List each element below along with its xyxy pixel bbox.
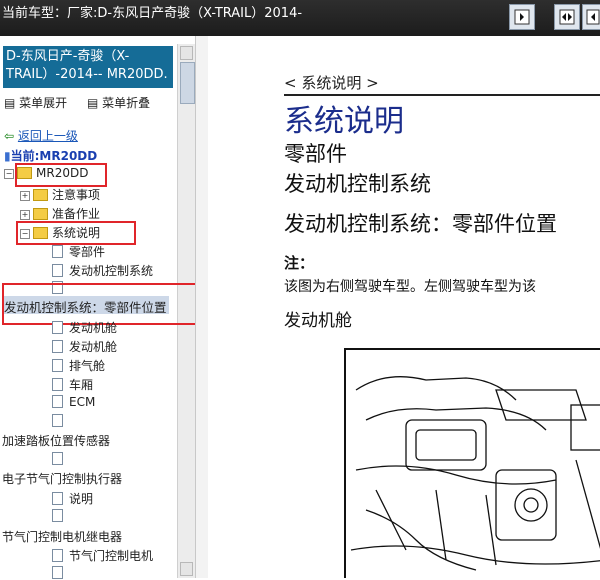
collapse-icon[interactable]: − [4,168,14,179]
content-panel: < 系统说明 > 系统说明 零部件 发动机控制系统 发动机控制系统：零部件位置 … [208,36,600,578]
tree-label: 加速踏板位置传感器 [2,434,111,448]
document-icon [52,245,63,258]
expand-panel-button[interactable] [582,4,600,30]
document-icon [52,509,63,522]
current-model-title: 当前车型：厂家:D-东风日产奇骏（X-TRAIL）2014- [2,6,303,21]
current-node: ▮当前:MR20DD [4,147,97,164]
tree-node-exhaust[interactable]: 排气舱 [52,357,105,374]
tree-node-ecm[interactable]: ECM [52,395,95,409]
tree-node-blank-4[interactable] [52,509,69,523]
panel-right-icon [586,9,600,25]
tree-label: 排气舱 [69,359,106,373]
tree-label: 电子节气门控制执行器 [2,472,123,486]
menu-expand-label: 菜单展开 [19,96,68,110]
heading-engine-control: 发动机控制系统 [284,172,431,196]
tree-label: 节气门控制电机继电器 [2,530,123,544]
tree-label: 发动机舱 [69,340,118,354]
back-label: 返回上一级 [17,129,78,143]
document-icon [52,321,63,334]
heading-component-location: 发动机控制系统：零部件位置 [284,212,557,236]
tree-label: 注意事项 [52,188,101,202]
tree-node-engine-bay-2[interactable]: 发动机舱 [52,338,117,355]
scroll-up-arrow[interactable] [180,46,193,60]
tree-node-preparation[interactable]: + 准备作业 [20,205,100,222]
engine-bay-heading: 发动机舱 [284,311,352,331]
panel-left-icon [514,9,530,25]
expand-icon[interactable]: + [20,209,30,220]
tree-node-engine-control[interactable]: 发动机控制系统 [52,262,153,279]
page-title: 系统说明 [284,104,404,139]
tree-node-description[interactable]: 说明 [52,490,93,507]
menu-toggle-row: ▤ 菜单展开 ▤ 菜单折叠 [4,94,166,111]
document-icon [52,492,63,505]
tree-label: 节气门控制电机 [69,549,154,563]
document-icon [52,395,63,408]
tree-node-engine-bay-1[interactable]: 发动机舱 [52,319,117,336]
note-label: 注： [284,254,315,272]
tree-node-accel-pedal-sensor[interactable]: 加速踏板位置传感器 [2,432,110,449]
scroll-thumb[interactable] [180,62,195,104]
tree-node-blank-2[interactable] [52,414,69,428]
split-icon [559,9,575,25]
heading-components: 零部件 [284,142,347,166]
menu-expand-button[interactable]: ▤ 菜单展开 [4,96,75,110]
engine-drawing [350,376,600,571]
note-text: 该图为右侧驾驶车型。左侧驾驶车型为该 [284,279,536,295]
document-icon [52,452,63,465]
tree-label: 发动机控制系统 [69,264,154,278]
title-bar: 当前车型：厂家:D-东风日产奇骏（X-TRAIL）2014- [0,0,600,36]
tree-node-precautions[interactable]: + 注意事项 [20,186,100,203]
back-arrow-icon: ⇦ [4,129,15,143]
engine-bay-diagram [344,348,600,578]
tree-label: 说明 [69,492,94,506]
back-link[interactable]: ⇦ 返回上一级 [4,127,78,144]
tree-label: 准备作业 [52,207,101,221]
document-icon [52,264,63,277]
tree-label: 车厢 [69,378,94,392]
tree-node-components[interactable]: 零部件 [52,243,105,260]
split-view-button[interactable] [554,4,580,30]
scroll-down-arrow[interactable] [180,562,193,576]
tree-label: 零部件 [69,245,106,259]
document-icon [52,340,63,353]
tree-label: 发动机舱 [69,321,118,335]
folder-icon [33,207,48,220]
section-tag: < 系统说明 > [284,74,379,92]
menu-collapse-label: 菜单折叠 [102,96,151,110]
document-icon [52,566,63,579]
document-icon [52,549,63,562]
tree-node-throttle-relay[interactable]: 节气门控制电机继电器 [2,528,122,545]
model-breadcrumb: D-东风日产-奇骏（X-TRAIL）-2014-- MR20DD. [3,46,173,88]
tree-node-cabin[interactable]: 车厢 [52,376,93,393]
tree-node-throttle-motor[interactable]: 节气门控制电机 [52,547,153,564]
panel-splitter[interactable] [195,36,209,578]
highlight-box [15,163,107,187]
car-icon: ▮ [4,149,11,163]
tree-node-throttle-actuator[interactable]: 电子节气门控制执行器 [2,470,122,487]
document-icon [52,378,63,391]
document-icon [52,414,63,427]
collapse-panel-button[interactable] [509,4,535,30]
tree-node-blank-3[interactable] [52,452,69,466]
current-label: 当前:MR20DD [10,149,98,163]
document-icon [52,359,63,372]
expand-icon[interactable]: + [20,190,30,201]
tree-label: ECM [69,395,96,409]
highlight-box [16,221,136,245]
folder-icon [33,188,48,201]
menu-collapse-button[interactable]: ▤ 菜单折叠 [87,96,158,110]
